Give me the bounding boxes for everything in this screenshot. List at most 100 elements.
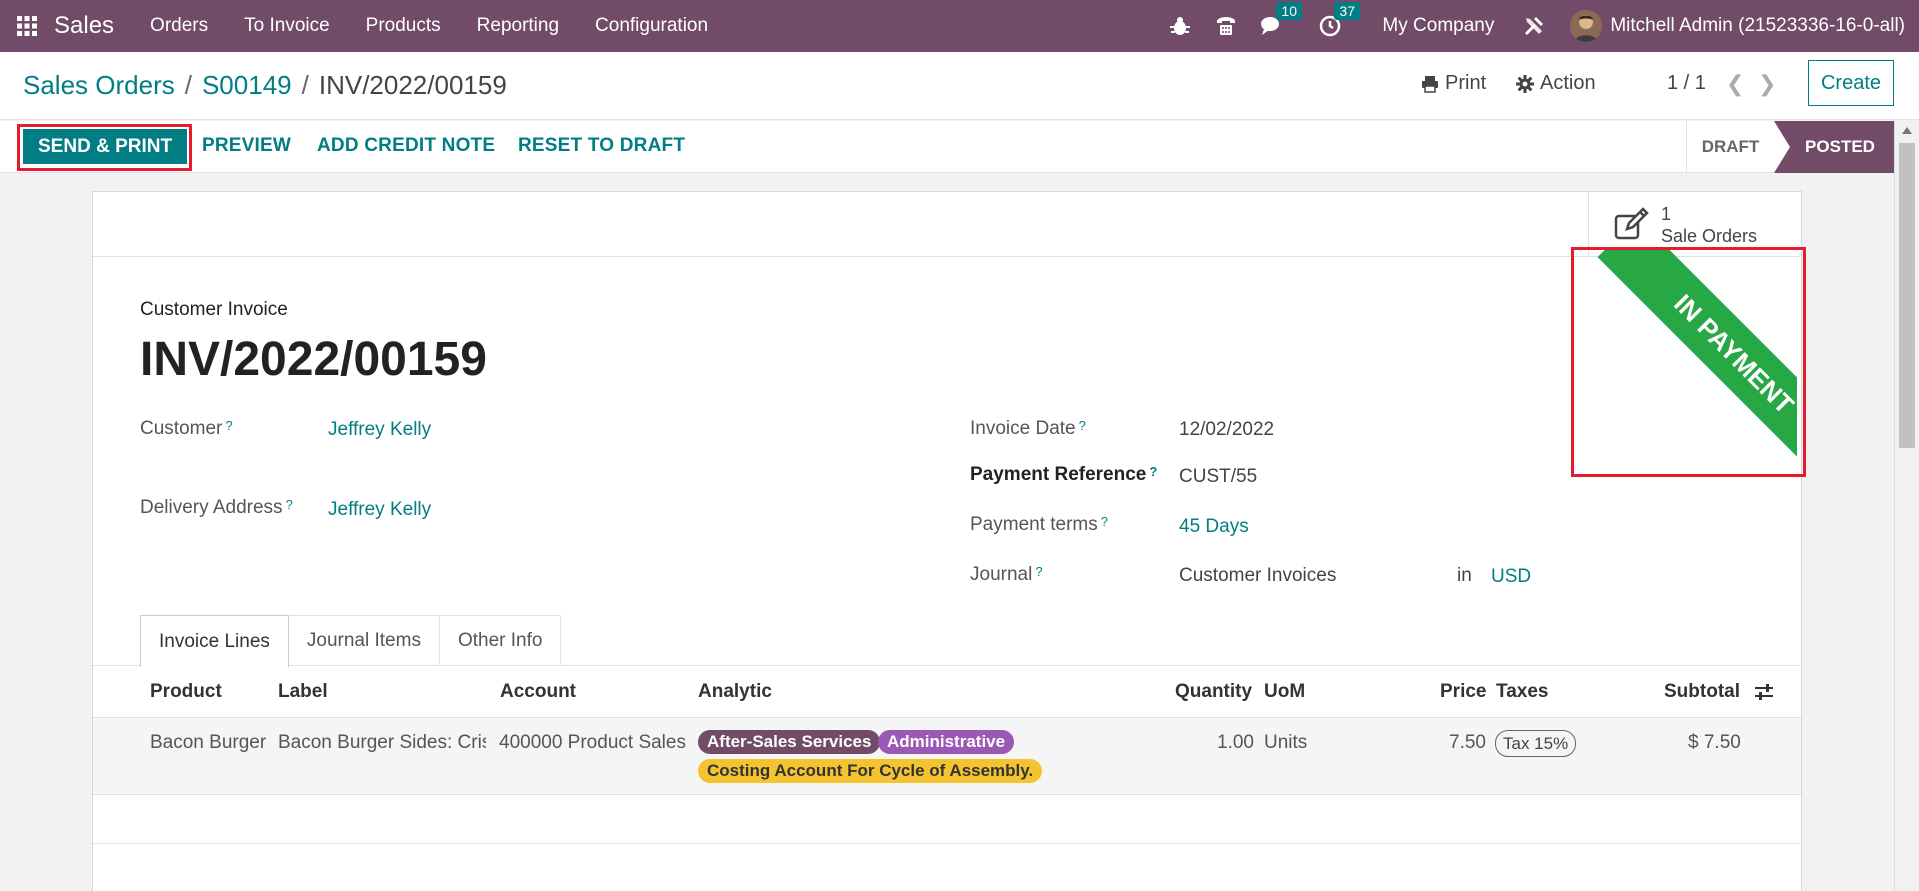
vertical-scrollbar[interactable]: [1894, 121, 1919, 891]
payment-terms-label: Payment terms?: [970, 514, 1108, 535]
pager-previous-icon[interactable]: ❮: [1726, 71, 1744, 97]
cell-uom[interactable]: Units: [1264, 732, 1307, 754]
gear-icon: [1516, 74, 1534, 93]
breadcrumb-current: INV/2022/00159: [318, 70, 507, 100]
activity-badge: 37: [1334, 2, 1360, 20]
document-type: Customer Invoice: [140, 299, 288, 320]
chat-icon[interactable]: 10: [1260, 2, 1302, 38]
invoice-number-title: INV/2022/00159: [140, 333, 487, 386]
tabs-divider: [93, 665, 1801, 666]
pager-next-icon[interactable]: ❯: [1758, 71, 1776, 97]
optional-columns-icon[interactable]: [1754, 682, 1774, 708]
debug-bug-icon[interactable]: [1168, 14, 1192, 38]
breadcrumb: Sales Orders / S00149 / INV/2022/00159: [23, 70, 507, 101]
cell-product[interactable]: Bacon Burger: [150, 732, 266, 754]
cell-account[interactable]: 400000 Product Sales: [499, 732, 686, 754]
print-label: Print: [1445, 72, 1487, 94]
column-header-analytic[interactable]: Analytic: [698, 681, 772, 703]
cell-price[interactable]: 7.50: [1449, 732, 1486, 754]
chat-badge: 10: [1276, 2, 1302, 20]
tab-other-info[interactable]: Other Info: [438, 615, 562, 666]
payment-reference-field[interactable]: CUST/55: [1179, 466, 1257, 488]
payment-reference-label: Payment Reference?: [970, 464, 1158, 485]
status-bar: SEND & PRINT PREVIEW ADD CREDIT NOTE RES…: [0, 121, 1894, 173]
table-bottom-divider: [93, 843, 1801, 844]
scroll-up-icon[interactable]: [1902, 127, 1912, 134]
column-header-taxes[interactable]: Taxes: [1496, 681, 1548, 703]
journal-label: Journal?: [970, 564, 1043, 585]
currency-in-label: in: [1457, 565, 1472, 586]
customer-field[interactable]: Jeffrey Kelly: [328, 419, 431, 441]
smart-button-count: 1: [1661, 203, 1672, 224]
print-button[interactable]: Print: [1421, 72, 1486, 95]
column-header-label[interactable]: Label: [278, 681, 328, 703]
column-header-account[interactable]: Account: [500, 681, 576, 703]
tools-icon[interactable]: [1522, 14, 1546, 38]
delivery-address-field[interactable]: Jeffrey Kelly: [328, 499, 431, 521]
menu-configuration[interactable]: Configuration: [595, 15, 708, 37]
invoice-date-label: Invoice Date?: [970, 418, 1086, 439]
delivery-address-label: Delivery Address?: [140, 497, 293, 518]
company-switcher[interactable]: My Company: [1382, 15, 1494, 37]
customer-label: Customer?: [140, 418, 233, 439]
cell-subtotal: $ 7.50: [1688, 732, 1741, 753]
tab-invoice-lines[interactable]: Invoice Lines: [140, 615, 289, 667]
scroll-thumb[interactable]: [1899, 143, 1915, 448]
breadcrumb-sales-orders[interactable]: Sales Orders: [23, 70, 175, 101]
user-menu[interactable]: Mitchell Admin (21523336-16-0-all): [1610, 15, 1905, 37]
breadcrumb-separator: /: [184, 70, 192, 100]
currency-field[interactable]: USD: [1491, 566, 1531, 588]
help-tooltip-icon[interactable]: ?: [225, 418, 232, 433]
column-header-product[interactable]: Product: [150, 681, 222, 703]
print-icon: [1422, 75, 1438, 93]
analytic-tag[interactable]: Administrative: [878, 730, 1015, 754]
status-stages: DRAFT POSTED: [1686, 121, 1894, 173]
highlight-box-send-print: [17, 124, 192, 171]
reset-to-draft-button[interactable]: RESET TO DRAFT: [518, 135, 685, 157]
help-tooltip-icon[interactable]: ?: [1149, 464, 1157, 479]
help-tooltip-icon[interactable]: ?: [1035, 564, 1042, 579]
help-tooltip-icon[interactable]: ?: [1101, 514, 1108, 529]
tab-journal-items[interactable]: Journal Items: [287, 615, 440, 666]
cell-quantity[interactable]: 1.00: [1217, 732, 1254, 754]
activity-clock-icon[interactable]: 37: [1318, 2, 1360, 38]
column-header-subtotal[interactable]: Subtotal: [1664, 681, 1740, 703]
preview-button[interactable]: PREVIEW: [202, 135, 291, 157]
breadcrumb-separator: /: [301, 70, 309, 100]
column-header-quantity[interactable]: Quantity: [1175, 681, 1252, 703]
menu-orders[interactable]: Orders: [150, 15, 208, 37]
edit-icon: [1614, 206, 1649, 239]
menu-to-invoice[interactable]: To Invoice: [244, 15, 330, 37]
menu-products[interactable]: Products: [366, 15, 441, 37]
help-tooltip-icon[interactable]: ?: [286, 497, 293, 512]
menu-reporting[interactable]: Reporting: [477, 15, 559, 37]
phone-icon[interactable]: [1214, 14, 1238, 38]
apps-menu-icon[interactable]: [0, 0, 54, 52]
invoice-date-field[interactable]: 12/02/2022: [1179, 419, 1274, 441]
cell-label[interactable]: Bacon Burger Sides: Cris: [278, 732, 486, 754]
payment-terms-field[interactable]: 45 Days: [1179, 516, 1249, 538]
analytic-tag[interactable]: Costing Account For Cycle of Assembly.: [698, 759, 1043, 783]
column-header-uom[interactable]: UoM: [1264, 681, 1305, 703]
app-name[interactable]: Sales: [54, 12, 114, 40]
analytic-tag[interactable]: After-Sales Services: [698, 730, 881, 754]
stage-posted[interactable]: POSTED: [1774, 121, 1894, 173]
action-label: Action: [1540, 72, 1596, 94]
action-button[interactable]: Action: [1516, 72, 1596, 95]
pager-value[interactable]: 1 / 1: [1667, 72, 1706, 95]
cell-tax-tag[interactable]: Tax 15%: [1495, 730, 1577, 757]
notebook-tabs: Invoice Lines Journal Items Other Info: [140, 615, 562, 667]
create-button[interactable]: Create: [1808, 60, 1894, 106]
smart-button-label: Sale Orders: [1661, 225, 1758, 246]
button-box: 1 Sale Orders: [93, 192, 1801, 257]
journal-field[interactable]: Customer Invoices: [1179, 565, 1336, 587]
user-avatar[interactable]: [1570, 10, 1603, 42]
column-header-price[interactable]: Price: [1440, 681, 1486, 703]
highlight-box-ribbon: [1571, 247, 1806, 477]
help-tooltip-icon[interactable]: ?: [1079, 418, 1086, 433]
top-navbar: Sales Orders To Invoice Products Reporti…: [0, 0, 1919, 52]
control-panel: Sales Orders / S00149 / INV/2022/00159 P…: [0, 52, 1919, 120]
stage-draft[interactable]: DRAFT: [1686, 121, 1774, 173]
add-credit-note-button[interactable]: ADD CREDIT NOTE: [317, 135, 495, 157]
breadcrumb-sale-order[interactable]: S00149: [202, 70, 292, 101]
